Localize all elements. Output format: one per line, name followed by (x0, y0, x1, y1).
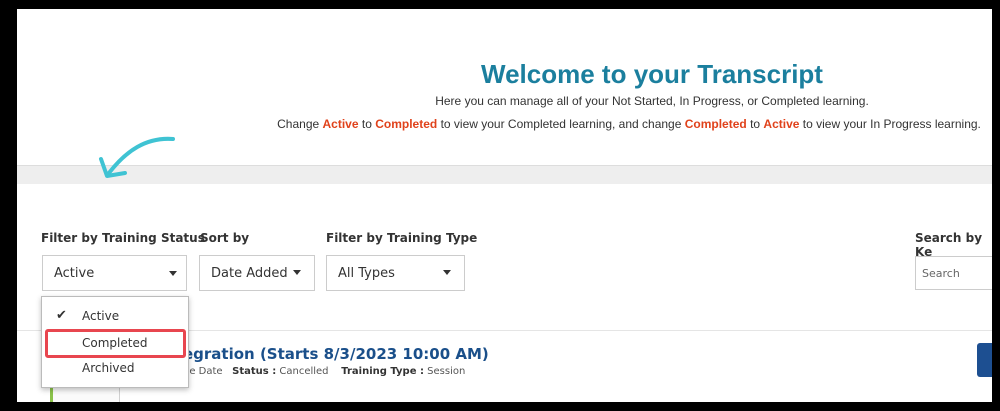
chevron-down-icon (169, 271, 177, 276)
dropdown-option-archived[interactable]: Archived (82, 361, 135, 375)
sort-select[interactable]: Date Added (199, 255, 315, 291)
sort-value: Date Added (211, 266, 288, 281)
checkmark-icon: ✔ (56, 307, 67, 322)
training-action-button[interactable] (977, 343, 992, 377)
completed-highlight-box (45, 329, 186, 358)
chevron-down-icon (443, 270, 451, 275)
highlight-completed: Completed (375, 117, 438, 131)
intro-text: Here you can manage all of your Not Star… (435, 94, 869, 108)
type-value: Session (427, 366, 466, 377)
highlight-active: Active (322, 117, 359, 131)
training-meta: ue Date Status : Cancelled Training Type… (183, 366, 466, 377)
dropdown-option-active[interactable]: Active (82, 309, 119, 323)
chevron-down-icon (293, 270, 301, 275)
highlight-completed: Completed (684, 117, 747, 131)
type-filter-select[interactable]: All Types (326, 255, 465, 291)
highlight-active: Active (763, 117, 800, 131)
sort-label: Sort by (200, 231, 250, 245)
training-title-link[interactable]: egration (Starts 8/3/2023 10:00 AM) (183, 345, 489, 363)
search-label: Search by Ke (915, 231, 983, 259)
type-filter-value: All Types (338, 266, 395, 281)
annotation-arrow-icon (99, 136, 175, 178)
screenshot-frame: Welcome to your Transcript Here you can … (0, 0, 1000, 411)
transcript-page: Welcome to your Transcript Here you can … (17, 9, 992, 402)
status-filter-select[interactable]: Active (42, 255, 187, 291)
type-filter-label: Filter by Training Type (326, 231, 478, 245)
status-filter-label: Filter by Training Status (41, 231, 205, 245)
page-title: Welcome to your Transcript (481, 59, 823, 89)
status-filter-value: Active (54, 266, 95, 281)
status-value: Cancelled (279, 366, 329, 377)
search-input[interactable]: Search (915, 256, 992, 290)
